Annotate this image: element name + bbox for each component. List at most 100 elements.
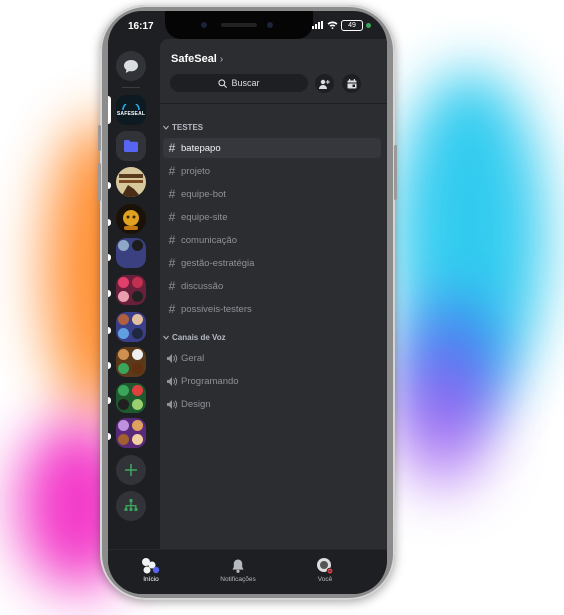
voice-channel-design[interactable]: Design xyxy=(163,394,381,414)
calendar-icon xyxy=(347,79,357,89)
channel-batepapo[interactable]: #batepapo xyxy=(163,138,381,158)
server-folder[interactable] xyxy=(116,347,146,377)
server-name: SafeSeal xyxy=(171,53,217,65)
voice-channel-geral[interactable]: Geral xyxy=(163,348,381,368)
tab-label: Notificações xyxy=(208,576,268,583)
phone-frame: 16:17 49 SAFESEAL xyxy=(100,5,395,600)
tab-inicio[interactable]: Início xyxy=(121,556,181,583)
channel-name: comunicação xyxy=(181,235,237,246)
battery-icon: 49 xyxy=(341,20,363,31)
tab-voce[interactable]: Você xyxy=(295,556,355,583)
server-folder[interactable] xyxy=(116,383,146,413)
speaker-icon xyxy=(163,400,181,409)
folder-preview xyxy=(118,277,144,303)
violet-glow xyxy=(395,360,490,490)
unread-indicator xyxy=(108,327,111,334)
server-folder[interactable] xyxy=(116,238,146,268)
add-server-button[interactable] xyxy=(116,455,146,485)
channel-panel: SafeSeal› Buscar TESTES #batepapo #proje… xyxy=(160,39,387,550)
search-button[interactable]: Buscar xyxy=(170,74,308,92)
channel-discussao[interactable]: #discussão xyxy=(163,276,381,296)
app-screen: 16:17 49 SAFESEAL xyxy=(108,11,387,594)
server-rail: SAFESEAL xyxy=(108,39,160,550)
servers-icon xyxy=(121,556,181,576)
tab-notificacoes[interactable]: Notificações xyxy=(208,556,268,583)
voice-channel-programando[interactable]: Programando xyxy=(163,371,381,391)
server-logo-text: SAFESEAL xyxy=(117,111,145,117)
hashtag-icon: # xyxy=(163,187,181,201)
server-folder[interactable] xyxy=(116,275,146,305)
status-dot xyxy=(366,23,371,28)
hashtag-icon: # xyxy=(163,164,181,178)
volume-button xyxy=(98,125,101,151)
channel-equipe-site[interactable]: #equipe-site xyxy=(163,207,381,227)
bottom-nav: Início Notificações Você xyxy=(108,549,387,594)
hierarchy-icon xyxy=(124,499,138,513)
server-image xyxy=(116,167,146,197)
server-folder[interactable] xyxy=(116,312,146,342)
server-icon[interactable] xyxy=(116,204,146,234)
channel-name: Geral xyxy=(181,353,204,364)
tab-label: Início xyxy=(121,576,181,583)
camera-icon xyxy=(201,22,207,28)
unread-indicator xyxy=(108,362,111,369)
channel-name: possiveis-testers xyxy=(181,304,252,315)
direct-messages-button[interactable] xyxy=(116,51,146,81)
active-server-indicator xyxy=(108,96,111,124)
folder-preview xyxy=(118,240,144,266)
folder-preview xyxy=(118,385,144,411)
hashtag-icon: # xyxy=(163,302,181,316)
channel-possiveis-testers[interactable]: #possiveis-testers xyxy=(163,299,381,319)
channel-projeto[interactable]: #projeto xyxy=(163,161,381,181)
seal-arc-icon xyxy=(122,104,140,111)
channel-equipe-bot[interactable]: #equipe-bot xyxy=(163,184,381,204)
unread-indicator xyxy=(108,290,111,297)
bell-icon xyxy=(208,556,268,576)
channel-name: equipe-site xyxy=(181,212,227,223)
category-canais-de-voz[interactable]: Canais de Voz xyxy=(163,333,226,342)
rail-divider xyxy=(122,87,140,88)
header-divider xyxy=(160,103,387,104)
power-button xyxy=(394,145,397,200)
channel-comunicacao[interactable]: #comunicação xyxy=(163,230,381,250)
chat-bubble-icon xyxy=(124,60,138,73)
signal-icon xyxy=(312,21,324,31)
unread-indicator xyxy=(108,182,111,189)
channel-name: projeto xyxy=(181,166,210,177)
notch xyxy=(165,11,313,39)
speaker-icon xyxy=(163,377,181,386)
search-icon xyxy=(218,79,227,88)
category-label: TESTES xyxy=(172,123,203,132)
invite-members-button[interactable] xyxy=(315,74,334,93)
avatar xyxy=(295,556,355,576)
folder-preview xyxy=(118,349,144,375)
category-testes[interactable]: TESTES xyxy=(163,123,203,132)
channel-gestao-estrategia[interactable]: #gestão-estratégia xyxy=(163,253,381,273)
channel-name: Programando xyxy=(181,376,239,387)
server-folder[interactable] xyxy=(116,131,146,161)
hashtag-icon: # xyxy=(163,141,181,155)
sensor-icon xyxy=(267,22,273,28)
hashtag-icon: # xyxy=(163,210,181,224)
server-icon[interactable] xyxy=(116,167,146,197)
search-label: Buscar xyxy=(231,78,259,88)
hashtag-icon: # xyxy=(163,233,181,247)
status-icons: 49 xyxy=(312,20,371,31)
folder-icon xyxy=(124,140,138,152)
server-header[interactable]: SafeSeal› xyxy=(171,53,223,65)
volume-button xyxy=(98,163,101,201)
chevron-down-icon xyxy=(163,335,169,340)
explore-servers-button[interactable] xyxy=(116,491,146,521)
category-label: Canais de Voz xyxy=(172,333,226,342)
speaker-icon xyxy=(163,354,181,363)
server-folder[interactable] xyxy=(116,418,146,448)
server-safeseal[interactable]: SAFESEAL xyxy=(116,95,146,125)
events-button[interactable] xyxy=(342,74,361,93)
unread-indicator xyxy=(108,219,111,226)
unread-indicator xyxy=(108,254,111,261)
chevron-right-icon: › xyxy=(220,54,223,65)
hashtag-icon: # xyxy=(163,256,181,270)
unread-indicator xyxy=(108,433,111,440)
speaker-grille xyxy=(221,23,257,27)
hashtag-icon: # xyxy=(163,279,181,293)
